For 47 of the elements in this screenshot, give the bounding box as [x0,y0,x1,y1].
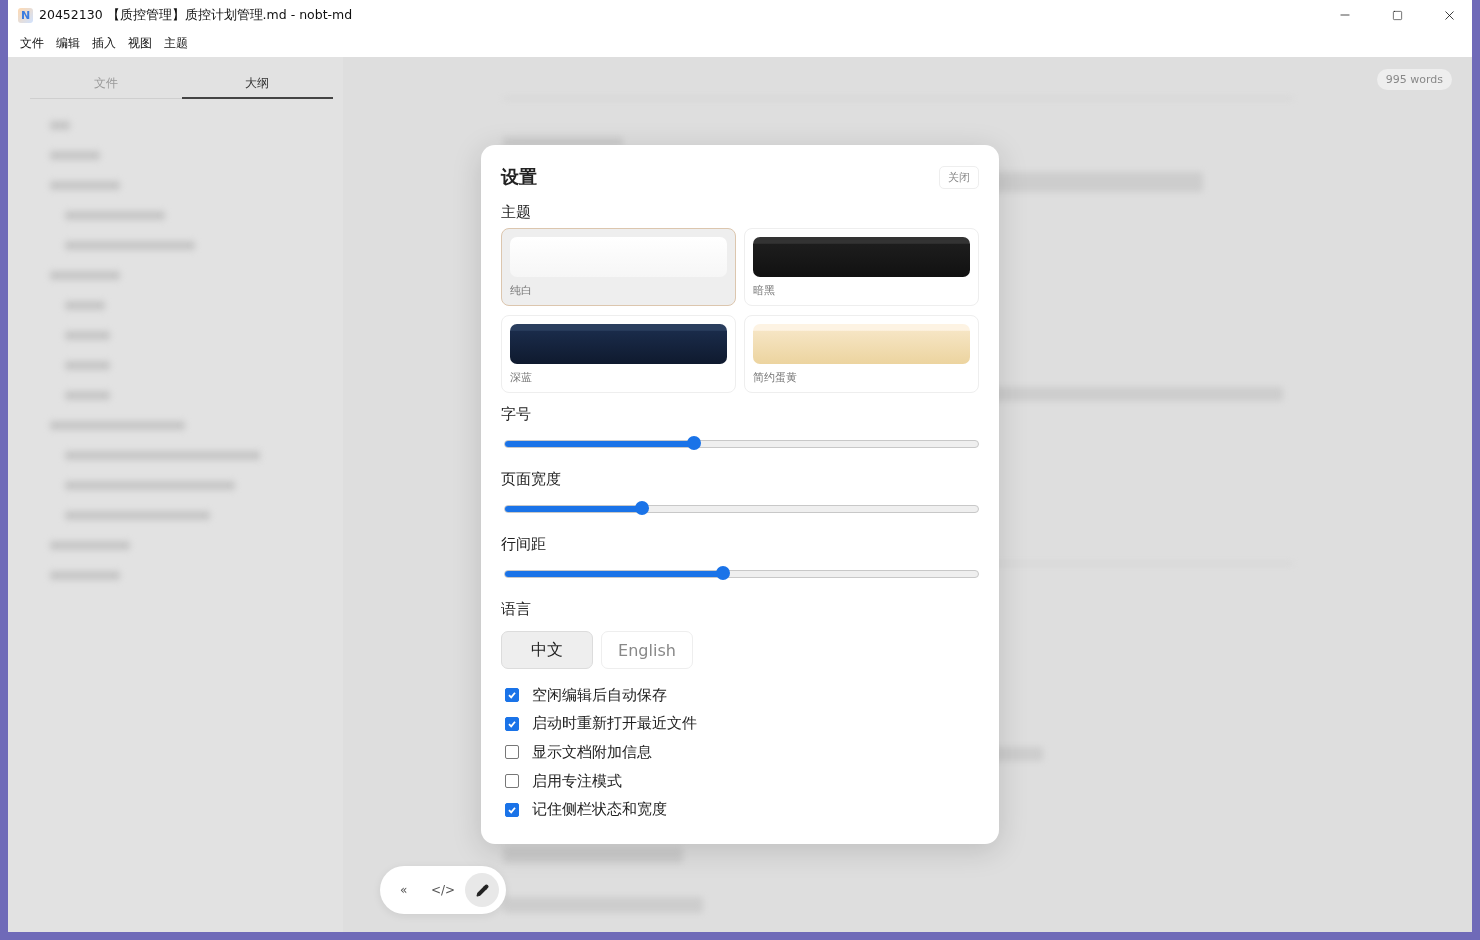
checkbox[interactable] [505,802,519,817]
theme-name: 深蓝 [510,370,533,385]
slider-thumb[interactable] [635,501,650,515]
dialog-title: 设置 [501,165,537,189]
toolbar-button[interactable]: « [386,873,421,907]
theme-option[interactable]: 深蓝 [501,315,736,393]
option-label: 启用专注模式 [532,771,622,791]
checkmark-icon [507,718,517,729]
theme-name: 简约蛋黄 [753,370,798,385]
slider-label: 行间距 [501,535,547,554]
slider-thumb[interactable] [687,436,702,450]
maximize-icon [1391,9,1403,21]
checkbox[interactable] [505,745,519,760]
word-count: 995 words [1376,69,1452,90]
section-label: 主题 [501,203,532,222]
slider-label: 页面宽度 [501,470,562,489]
section-label: 语言 [501,600,532,619]
menu-item[interactable]: 文件 [14,35,50,52]
checkbox[interactable] [505,774,519,789]
option-label: 显示文档附加信息 [532,743,652,762]
checkbox[interactable] [505,688,519,703]
theme-name: 暗黑 [753,283,776,298]
menu-item[interactable]: 编辑 [50,35,86,52]
menu-item[interactable]: 主题 [158,35,194,52]
theme-option[interactable]: 纯白 [501,228,736,306]
language-button[interactable]: 中文 [501,631,593,669]
edit-mode-button[interactable] [465,873,500,907]
app-logo-icon: N [18,7,33,23]
theme-name: 纯白 [510,283,533,298]
option-label: 记住侧栏状态和宽度 [532,800,667,820]
checkmark-icon [507,690,517,701]
option-label: 启动时重新打开最近文件 [532,714,697,734]
checkbox[interactable] [505,716,519,731]
slider-label: 字号 [501,405,532,424]
theme-option[interactable]: 暗黑 [744,228,979,306]
menu-item[interactable]: 视图 [122,35,158,52]
language-button[interactable]: English [601,631,693,669]
menu-item[interactable]: 插入 [86,35,122,52]
pencil-icon [475,883,489,897]
theme-option[interactable]: 简约蛋黄 [744,315,979,393]
checkmark-icon [507,804,517,815]
slider-thumb[interactable] [715,566,730,580]
sidebar-tab[interactable]: 大纲 [181,69,333,99]
option-label: 空闲编辑后自动保存 [532,685,667,705]
toolbar-button[interactable]: </> [426,873,460,907]
window-title: 20452130 【质控管理】质控计划管理.md - nobt-md [39,6,354,24]
close-dialog-button[interactable]: 关闭 [939,165,979,189]
